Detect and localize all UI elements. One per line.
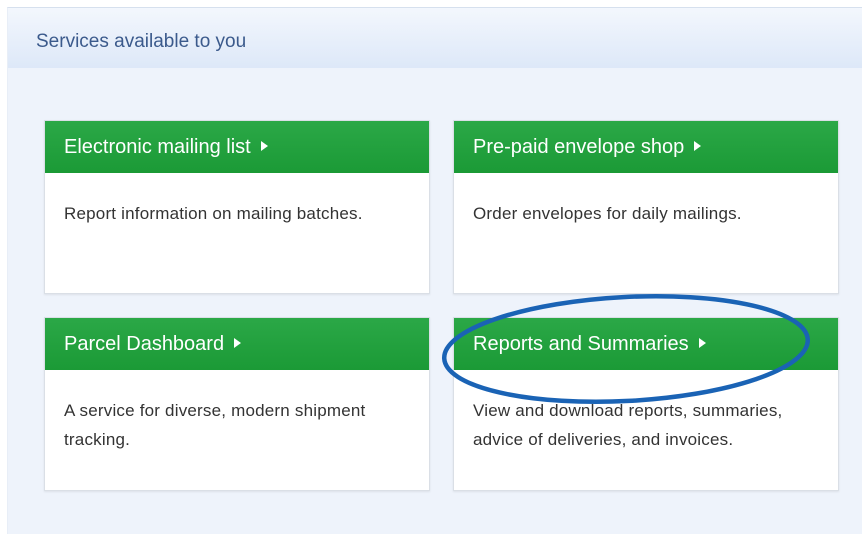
service-card-reports-and-summaries: Reports and Summaries View and download … [453, 317, 839, 491]
card-description: View and download reports, summaries, ad… [473, 401, 783, 449]
service-card-electronic-mailing-list: Electronic mailing list Report informati… [44, 120, 430, 294]
service-card-pre-paid-envelope-shop: Pre-paid envelope shop Order envelopes f… [453, 120, 839, 294]
caret-right-icon [698, 338, 706, 348]
caret-right-icon [234, 338, 242, 348]
pre-paid-envelope-shop-link[interactable]: Pre-paid envelope shop [454, 121, 838, 173]
card-description: A service for diverse, modern shipment t… [64, 401, 366, 449]
caret-right-icon [260, 141, 268, 151]
reports-and-summaries-link[interactable]: Reports and Summaries [454, 318, 838, 370]
card-title: Reports and Summaries [473, 333, 689, 355]
card-title: Parcel Dashboard [64, 333, 225, 355]
service-card-parcel-dashboard: Parcel Dashboard A service for diverse, … [44, 317, 430, 491]
services-panel: Services available to you Electronic mai… [7, 7, 862, 534]
card-title: Pre-paid envelope shop [473, 136, 685, 158]
card-description: Order envelopes for daily mailings. [473, 204, 742, 223]
panel-header: Services available to you [8, 8, 862, 68]
parcel-dashboard-link[interactable]: Parcel Dashboard [45, 318, 429, 370]
card-title: Electronic mailing list [64, 136, 251, 158]
panel-title: Services available to you [36, 31, 247, 52]
electronic-mailing-list-link[interactable]: Electronic mailing list [45, 121, 429, 173]
caret-right-icon [694, 141, 702, 151]
card-description: Report information on mailing batches. [64, 204, 363, 223]
